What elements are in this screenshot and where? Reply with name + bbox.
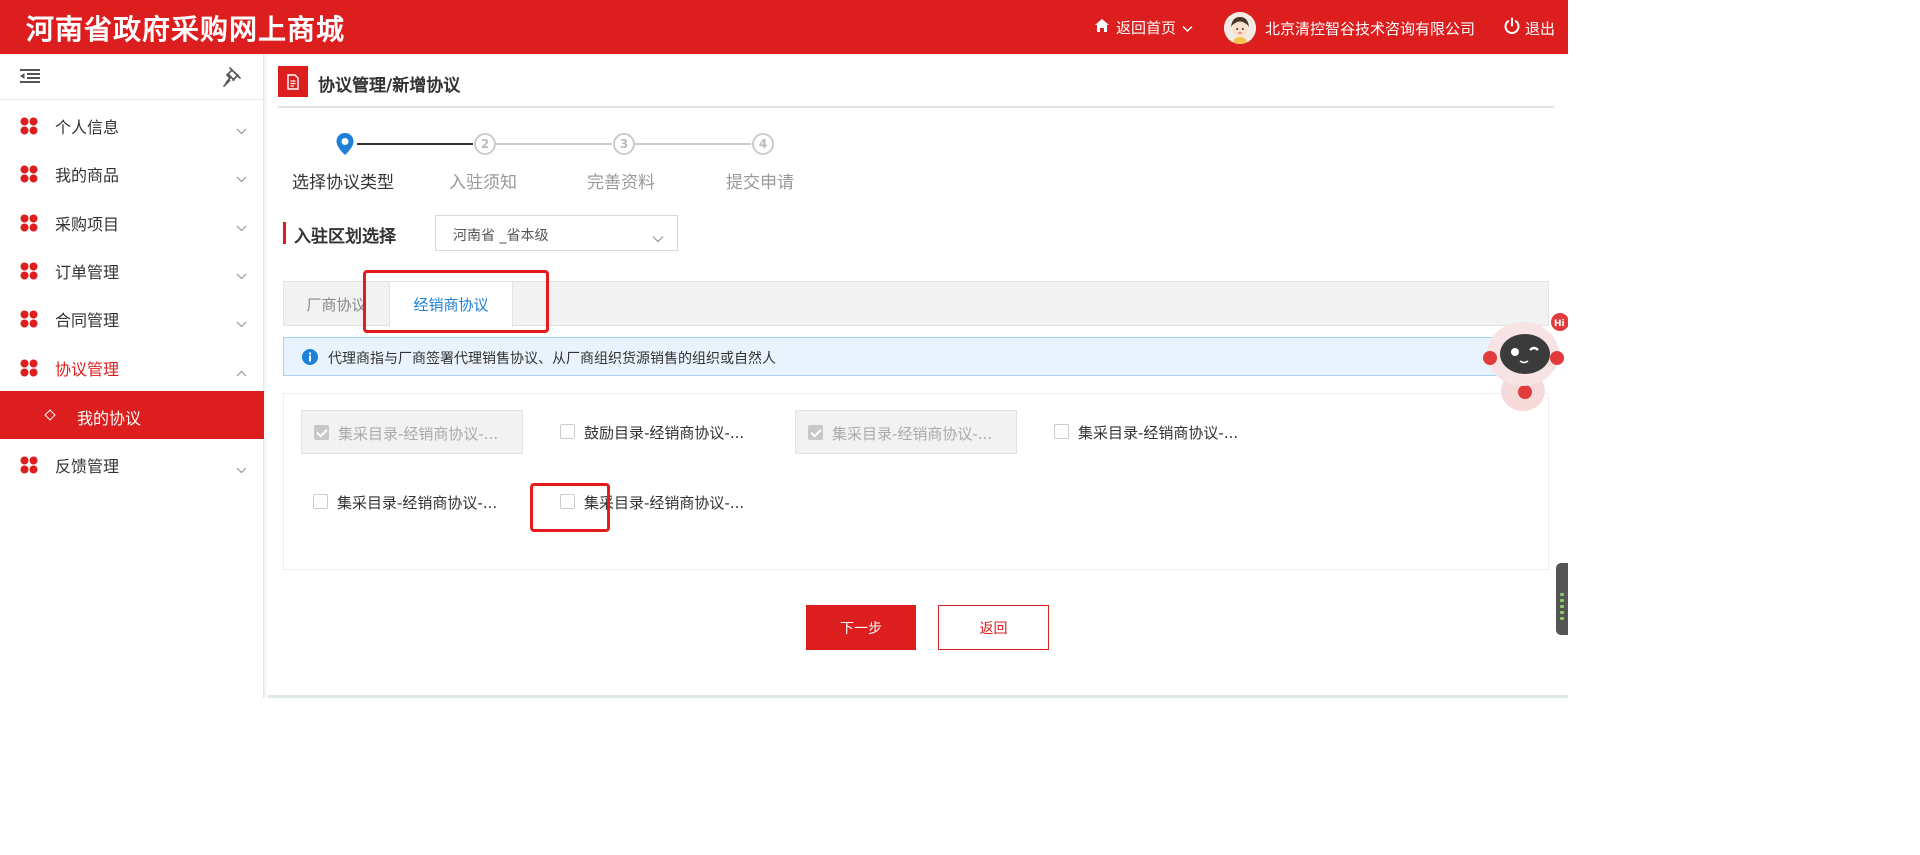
agreement-option[interactable]: 集采目录-经销商协议-... <box>795 410 1017 454</box>
tab-manufacturer[interactable]: 厂商协议 <box>284 282 389 326</box>
power-icon <box>1503 17 1521 39</box>
sidebar-item-contracts[interactable]: 合同管理 <box>0 295 264 343</box>
agreement-option[interactable]: 集采目录-经销商协议-... <box>301 410 523 454</box>
checkbox[interactable] <box>808 425 823 440</box>
step-2-marker: 2 <box>474 133 496 155</box>
document-icon <box>278 66 308 97</box>
checkbox[interactable] <box>560 494 575 509</box>
home-link[interactable]: 返回首页 <box>1094 17 1193 38</box>
option-label: 鼓励目录-经销商协议-... <box>584 424 745 442</box>
logout-label: 退出 <box>1525 19 1556 38</box>
chevron-down-icon <box>236 313 247 332</box>
clover-icon <box>20 359 38 381</box>
sidebar-shadow <box>264 54 268 698</box>
sidebar-item-orders[interactable]: 订单管理 <box>0 247 264 295</box>
chevron-down-icon <box>1182 19 1193 37</box>
assistant-robot-icon[interactable]: Hi <box>1478 306 1569 414</box>
option-label: 集采目录-经销商协议-... <box>584 494 745 512</box>
step-label: 选择协议类型 <box>292 173 394 193</box>
site-title: 河南省政府采购网上商城 <box>26 13 346 46</box>
user-menu[interactable]: 北京清控智谷技术咨询有限公司 <box>1224 12 1475 44</box>
step-connector <box>357 143 473 145</box>
chevron-up-icon <box>236 362 247 381</box>
bottom-border <box>268 695 1568 698</box>
step-3-marker: 3 <box>613 133 635 155</box>
location-pin-icon <box>335 132 355 160</box>
back-button[interactable]: 返回 <box>938 605 1049 650</box>
home-icon <box>1094 18 1110 37</box>
info-icon <box>302 349 318 369</box>
agreement-options: 集采目录-经销商协议-... 鼓励目录-经销商协议-... 集采目录-经销商协议… <box>283 393 1549 570</box>
tab-distributor[interactable]: 经销商协议 <box>389 282 513 327</box>
clover-icon <box>20 165 38 187</box>
company-name: 北京清控智谷技术咨询有限公司 <box>1265 19 1476 38</box>
chevron-down-icon <box>236 459 247 478</box>
chevron-down-icon <box>236 168 247 187</box>
agreement-option[interactable]: 鼓励目录-经销商协议-... <box>548 410 770 454</box>
region-value: 河南省 _省本级 <box>453 228 549 244</box>
side-status-widget[interactable] <box>1556 563 1568 635</box>
sidebar-item-label: 反馈管理 <box>55 457 120 476</box>
sidebar-item-label: 协议管理 <box>55 360 120 379</box>
sidebar-item-procurement[interactable]: 采购项目 <box>0 199 264 247</box>
sidebar-item-label: 订单管理 <box>55 263 120 282</box>
logout-button[interactable]: 退出 <box>1503 17 1555 39</box>
step-4-marker: 4 <box>752 133 774 155</box>
sidebar-item-agreements[interactable]: 协议管理 <box>0 344 264 392</box>
option-label: 集采目录-经销商协议-... <box>337 494 498 512</box>
pin-icon[interactable] <box>222 66 242 92</box>
chevron-down-icon <box>652 228 664 247</box>
step-label: 完善资料 <box>587 173 655 193</box>
page-heading: 协议管理/新增协议 <box>278 66 1554 108</box>
sidebar-item-label: 采购项目 <box>55 215 120 234</box>
region-label: 入驻区划选择 <box>294 227 396 247</box>
info-text: 代理商指与厂商签署代理销售协议、从厂商组织货源销售的组织或自然人 <box>328 351 776 367</box>
clover-icon <box>20 214 38 236</box>
sidebar: 个人信息 我的商品 采购项目 订单管理 合同管理 协议管理 我的协议 反馈管理 <box>0 54 264 698</box>
chevron-down-icon <box>236 265 247 284</box>
top-header: 河南省政府采购网上商城 返回首页 北京清控智谷技术咨询有限公司 退出 <box>0 0 1568 54</box>
option-label: 集采目录-经销商协议-... <box>832 425 993 443</box>
next-step-button[interactable]: 下一步 <box>806 605 916 650</box>
sidebar-item-label: 合同管理 <box>55 311 120 330</box>
sidebar-item-my-products[interactable]: 我的商品 <box>0 150 264 198</box>
step-connector <box>496 143 612 145</box>
sidebar-item-label: 我的商品 <box>55 166 120 185</box>
step-label: 提交申请 <box>726 173 794 193</box>
agreement-option[interactable]: 集采目录-经销商协议-... <box>548 480 770 524</box>
clover-icon <box>20 310 38 332</box>
checkbox[interactable] <box>560 424 575 439</box>
sidebar-subitem-my-agreements[interactable]: 我的协议 <box>0 391 264 439</box>
agreement-option[interactable]: 集采目录-经销商协议-... <box>1042 410 1264 454</box>
step-connector <box>635 143 751 145</box>
clover-icon <box>20 456 38 478</box>
option-label: 集采目录-经销商协议-... <box>338 425 499 443</box>
section-marker <box>283 222 286 244</box>
step-label: 入驻须知 <box>449 173 517 193</box>
sidebar-subitem-label: 我的协议 <box>77 409 142 428</box>
chevron-down-icon <box>236 120 247 139</box>
region-select[interactable]: 河南省 _省本级 <box>435 215 678 251</box>
page-title: 协议管理/新增协议 <box>318 76 461 96</box>
collapse-menu-icon[interactable] <box>20 68 40 88</box>
checkbox[interactable] <box>314 425 329 440</box>
agreement-option[interactable]: 集采目录-经销商协议-... <box>301 480 523 524</box>
svg-text:Hi: Hi <box>1554 319 1565 329</box>
checkbox[interactable] <box>313 494 328 509</box>
clover-icon <box>20 262 38 284</box>
sidebar-toolbar <box>0 54 264 100</box>
chevron-down-icon <box>236 217 247 236</box>
agreement-tabs: 厂商协议 经销商协议 <box>283 281 1549 327</box>
clover-icon <box>20 117 38 139</box>
sidebar-item-feedback[interactable]: 反馈管理 <box>0 441 264 489</box>
diamond-icon <box>44 409 56 421</box>
option-label: 集采目录-经销商协议-... <box>1078 424 1239 442</box>
sidebar-item-personal-info[interactable]: 个人信息 <box>0 102 264 150</box>
checkbox[interactable] <box>1054 424 1069 439</box>
home-label: 返回首页 <box>1116 19 1177 37</box>
avatar <box>1224 12 1256 44</box>
info-banner: 代理商指与厂商签署代理销售协议、从厂商组织货源销售的组织或自然人 <box>283 337 1549 376</box>
sidebar-item-label: 个人信息 <box>55 118 120 137</box>
